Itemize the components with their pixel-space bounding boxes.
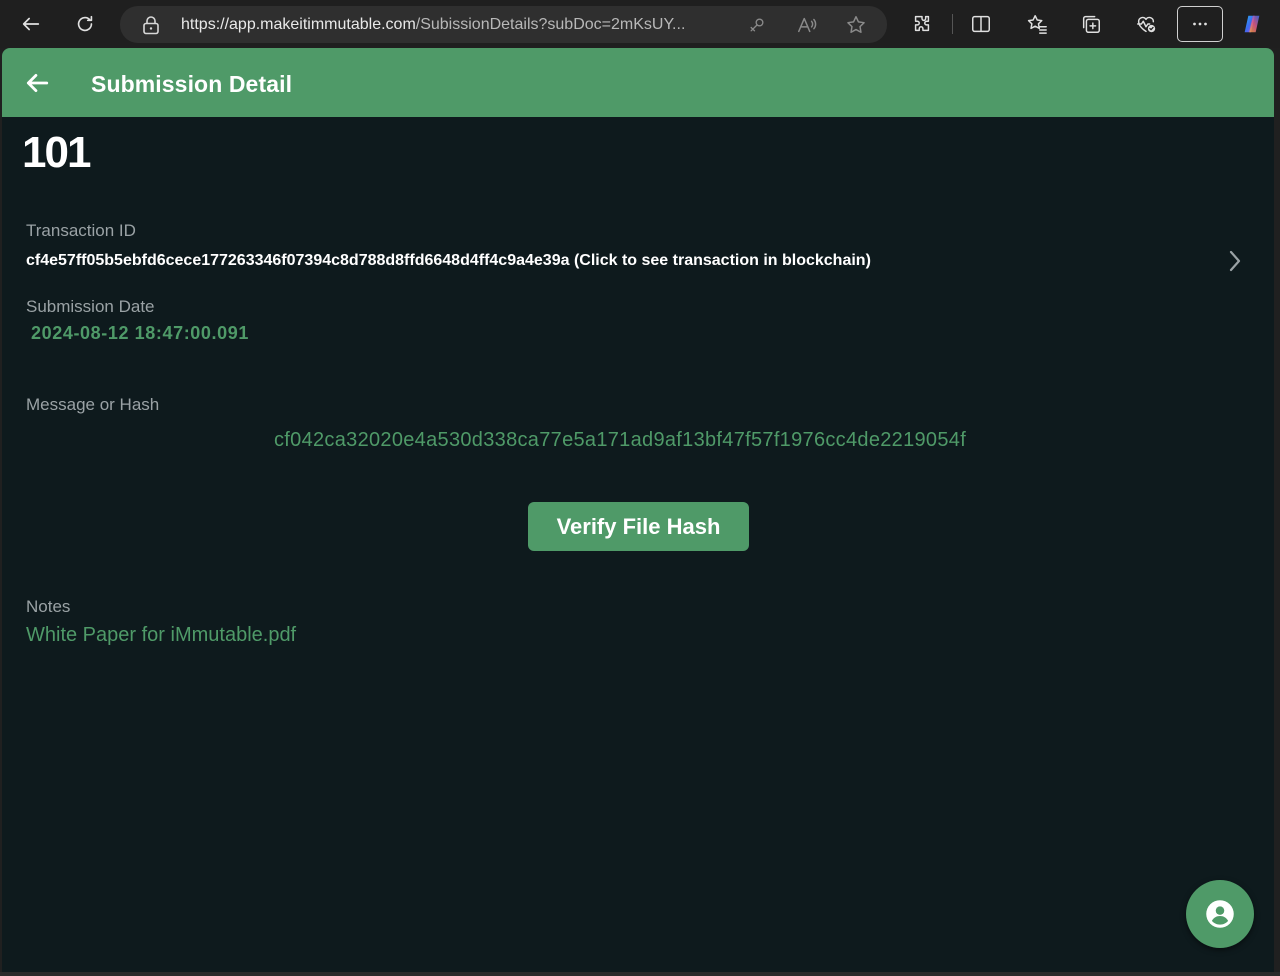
more-dots-icon bbox=[1193, 22, 1207, 26]
transaction-id-link[interactable]: cf4e57ff05b5ebfd6cece177263346f07394c8d7… bbox=[26, 252, 871, 270]
split-screen-button[interactable] bbox=[963, 6, 999, 42]
lock-icon bbox=[143, 16, 159, 35]
split-screen-icon bbox=[972, 15, 990, 33]
url-path: /SubissionDetails?subDoc=2mKsUY... bbox=[415, 16, 686, 33]
copilot-button[interactable] bbox=[1234, 6, 1270, 42]
browser-back-button[interactable] bbox=[13, 6, 49, 42]
collections-button[interactable] bbox=[1073, 6, 1109, 42]
favorites-icon bbox=[1027, 15, 1047, 34]
back-arrow-icon bbox=[22, 17, 40, 31]
favorites-button[interactable] bbox=[1019, 6, 1055, 42]
browser-refresh-button[interactable] bbox=[67, 6, 103, 42]
collections-icon bbox=[1082, 15, 1100, 33]
submission-date-label: Submission Date bbox=[26, 297, 155, 316]
extensions-button[interactable] bbox=[904, 6, 940, 42]
browser-toolbar: https://app.makeitimmutable.com/Subissio… bbox=[0, 0, 1280, 48]
more-options-button[interactable] bbox=[1177, 6, 1223, 42]
read-aloud-icon[interactable] bbox=[796, 14, 818, 36]
taskbar-edge bbox=[0, 972, 1280, 976]
refresh-icon bbox=[77, 15, 93, 32]
back-arrow-icon[interactable] bbox=[24, 70, 50, 96]
account-icon bbox=[1206, 900, 1234, 928]
message-hash-value: cf042ca32020e4a530d338ca77e5a171ad9af13b… bbox=[274, 429, 967, 451]
account-fab-button[interactable] bbox=[1186, 880, 1254, 948]
app-window: Submission Detail 101 Transaction ID cf4… bbox=[2, 48, 1274, 972]
url-text[interactable]: https://app.makeitimmutable.com/Subissio… bbox=[181, 6, 741, 43]
key-icon[interactable] bbox=[746, 14, 768, 36]
page-title: Submission Detail bbox=[91, 71, 293, 97]
app-header: Submission Detail bbox=[2, 48, 1274, 117]
transaction-id-label: Transaction ID bbox=[26, 221, 136, 240]
window-edge bbox=[1274, 48, 1280, 976]
chevron-right-icon[interactable] bbox=[1223, 247, 1247, 275]
browser-essentials-button[interactable] bbox=[1128, 6, 1164, 42]
submission-title: 101 bbox=[22, 128, 91, 177]
toolbar-divider bbox=[952, 14, 953, 34]
message-hash-label: Message or Hash bbox=[26, 395, 160, 414]
notes-label: Notes bbox=[26, 597, 71, 616]
url-host: https://app.makeitimmutable.com bbox=[181, 16, 416, 33]
notes-value: White Paper for iMmutable.pdf bbox=[26, 624, 297, 646]
heart-pulse-icon bbox=[1137, 16, 1156, 33]
address-bar[interactable]: https://app.makeitimmutable.com/Subissio… bbox=[120, 6, 887, 43]
puzzle-icon bbox=[914, 15, 930, 32]
submission-date-value: 2024-08-12 18:47:00.091 bbox=[31, 323, 249, 343]
copilot-icon bbox=[1244, 15, 1260, 33]
verify-file-hash-button[interactable]: Verify File Hash bbox=[528, 502, 749, 551]
favorite-star-icon[interactable] bbox=[845, 14, 867, 36]
